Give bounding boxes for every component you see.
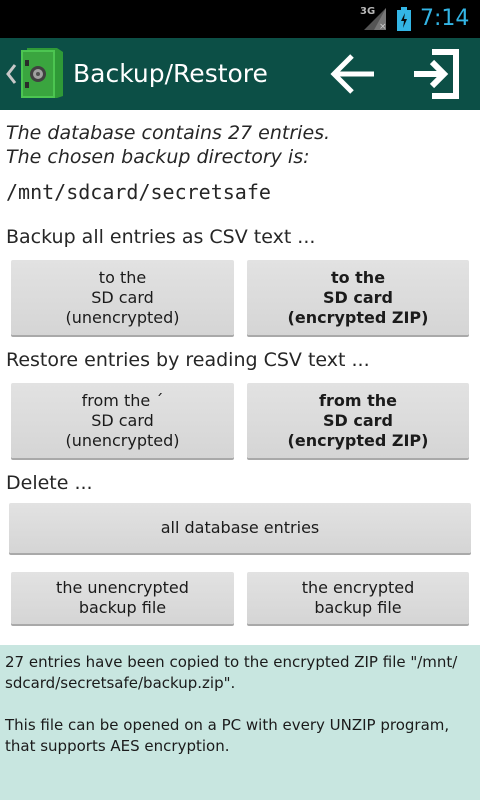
- backup-section-label: Backup all entries as CSV text ...: [6, 226, 316, 248]
- backup-directory-path: /mnt/sdcard/secretsafe: [6, 180, 271, 204]
- safe-icon[interactable]: [19, 48, 63, 100]
- restore-section-label: Restore entries by reading CSV text ...: [6, 349, 370, 371]
- status-bar: 3G × 7:14: [0, 0, 480, 38]
- action-bar: Backup/Restore: [0, 38, 480, 110]
- restore-unencrypted-button[interactable]: from the ´ SD card (unencrypted): [11, 383, 234, 458]
- backup-encrypted-button[interactable]: to the SD card (encrypted ZIP): [247, 260, 469, 335]
- delete-encrypted-file-label: the encrypted backup file: [301, 578, 415, 617]
- backup-unencrypted-label: to the SD card (unencrypted): [65, 267, 180, 327]
- restore-encrypted-button[interactable]: from the SD card (encrypted ZIP): [247, 383, 469, 458]
- delete-all-entries-button[interactable]: all database entries: [9, 503, 471, 553]
- backup-directory-caption: The chosen backup directory is:: [6, 146, 310, 168]
- status-message-text: 27 entries have been copied to the encry…: [5, 653, 458, 692]
- delete-section-label: Delete ...: [6, 472, 93, 494]
- arrow-left-icon: [330, 54, 374, 94]
- status-message-panel: 27 entries have been copied to the encry…: [0, 645, 480, 800]
- delete-unencrypted-file-button[interactable]: the unencrypted backup file: [11, 572, 234, 624]
- battery-icon: [397, 7, 411, 31]
- exit-icon: [414, 49, 459, 99]
- restore-unencrypted-label: from the ´ SD card (unencrypted): [65, 390, 180, 450]
- clock: 7:14: [420, 6, 470, 31]
- entry-count-text: The database contains 27 entries.: [6, 122, 331, 144]
- encryption-hint-text: This file can be opened on a PC with eve…: [5, 716, 450, 755]
- up-caret-icon[interactable]: [5, 62, 17, 86]
- network-type-label: 3G: [360, 6, 376, 17]
- svg-text:×: ×: [379, 22, 387, 32]
- page-title: Backup/Restore: [73, 59, 268, 88]
- back-button[interactable]: [326, 46, 382, 102]
- backup-encrypted-label: to the SD card (encrypted ZIP): [287, 267, 429, 327]
- delete-unencrypted-file-label: the unencrypted backup file: [56, 578, 189, 617]
- backup-unencrypted-button[interactable]: to the SD card (unencrypted): [11, 260, 234, 335]
- network-3g-icon: 3G ×: [360, 6, 390, 32]
- delete-encrypted-file-button[interactable]: the encrypted backup file: [247, 572, 469, 624]
- delete-all-entries-label: all database entries: [160, 518, 320, 537]
- restore-encrypted-label: from the SD card (encrypted ZIP): [287, 390, 429, 450]
- exit-button[interactable]: [410, 46, 466, 102]
